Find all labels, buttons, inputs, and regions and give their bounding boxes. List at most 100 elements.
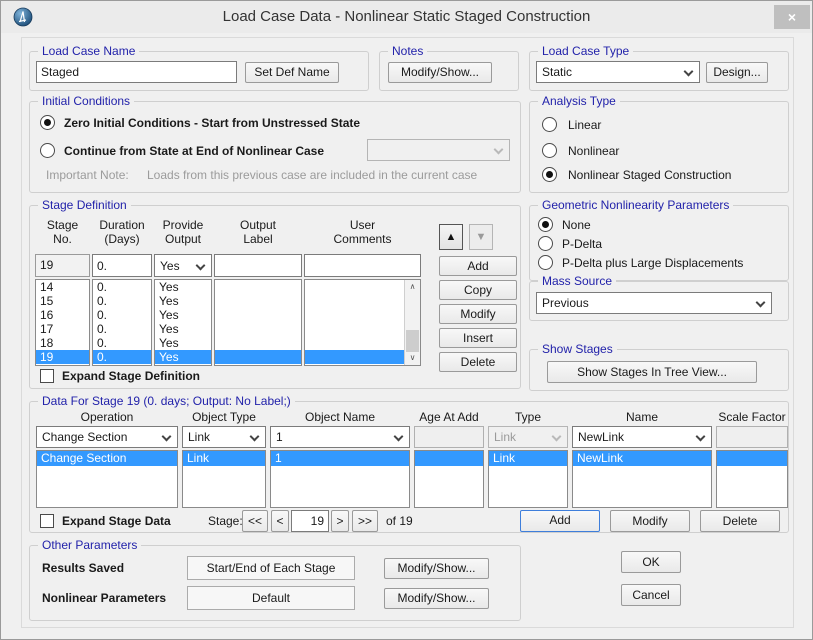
stage-list-scrollbar[interactable]: ∧ ∨ bbox=[404, 280, 420, 365]
stage-data-modify-button[interactable]: Modify bbox=[610, 510, 690, 532]
stage-number-input[interactable] bbox=[291, 510, 329, 532]
stage-row[interactable] bbox=[305, 308, 420, 322]
previous-case-select[interactable] bbox=[367, 139, 510, 161]
stage-row[interactable]: 0. bbox=[93, 322, 151, 336]
output-label-input[interactable] bbox=[214, 254, 302, 277]
stage-data-operation-column[interactable]: Change Section bbox=[36, 450, 178, 508]
stage-row-selected[interactable] bbox=[305, 350, 420, 364]
stage-row[interactable]: 0. bbox=[93, 294, 151, 308]
stage-row[interactable]: Yes bbox=[155, 336, 211, 350]
stage-next-button[interactable]: > bbox=[331, 510, 349, 532]
close-button[interactable]: × bbox=[774, 5, 810, 29]
stage-data-age-column[interactable] bbox=[414, 450, 484, 508]
stage-row[interactable] bbox=[215, 280, 301, 294]
show-stages-tree-view-button[interactable]: Show Stages In Tree View... bbox=[547, 361, 757, 383]
stage-data-row[interactable]: NewLink bbox=[573, 451, 711, 466]
stage-list-duration-column[interactable]: 0. 0. 0. 0. 0. 0. bbox=[92, 279, 152, 366]
continue-from-state-radio[interactable] bbox=[40, 143, 55, 158]
stage-data-name-column[interactable]: NewLink bbox=[572, 450, 712, 508]
stage-data-row[interactable] bbox=[717, 451, 787, 466]
operation-select[interactable]: Change Section bbox=[36, 426, 178, 448]
stage-row[interactable]: 17 bbox=[36, 322, 89, 336]
stage-row[interactable]: Yes bbox=[155, 322, 211, 336]
stage-row-selected[interactable]: Yes bbox=[155, 350, 211, 364]
cancel-button[interactable]: Cancel bbox=[621, 584, 681, 606]
stage-row[interactable]: Yes bbox=[155, 308, 211, 322]
stage-row[interactable] bbox=[305, 336, 420, 350]
stage-row[interactable]: Yes bbox=[155, 280, 211, 294]
nonlinear-staged-radio[interactable] bbox=[542, 167, 557, 182]
stage-list-output-column[interactable]: Yes Yes Yes Yes Yes Yes bbox=[154, 279, 212, 366]
type-select[interactable]: Link bbox=[488, 426, 568, 448]
expand-stage-data-checkbox[interactable] bbox=[40, 514, 54, 528]
stage-row-selected[interactable] bbox=[215, 350, 301, 364]
p-delta-radio[interactable] bbox=[538, 236, 553, 251]
stage-row[interactable] bbox=[215, 294, 301, 308]
stage-row[interactable]: 15 bbox=[36, 294, 89, 308]
notes-modify-show-button[interactable]: Modify/Show... bbox=[388, 62, 492, 83]
none-radio[interactable] bbox=[538, 217, 553, 232]
stage-data-row[interactable]: Change Section bbox=[37, 451, 177, 466]
stage-row[interactable]: 0. bbox=[93, 280, 151, 294]
nonlinear-parameters-modify-show-button[interactable]: Modify/Show... bbox=[384, 588, 489, 609]
stage-data-type-column[interactable]: Link bbox=[488, 450, 568, 508]
move-up-button[interactable]: ▲ bbox=[439, 224, 463, 250]
delete-button[interactable]: Delete bbox=[439, 352, 517, 372]
stage-first-button[interactable]: << bbox=[242, 510, 268, 532]
stage-row[interactable] bbox=[215, 336, 301, 350]
stage-data-object-type-column[interactable]: Link bbox=[182, 450, 266, 508]
load-case-type-select[interactable]: Static bbox=[536, 61, 700, 83]
stage-row[interactable]: 0. bbox=[93, 336, 151, 350]
duration-input[interactable] bbox=[92, 254, 152, 277]
set-def-name-button[interactable]: Set Def Name bbox=[245, 62, 339, 83]
stage-data-delete-button[interactable]: Delete bbox=[700, 510, 780, 532]
zero-initial-conditions-radio[interactable] bbox=[40, 115, 55, 130]
expand-stage-definition-checkbox[interactable] bbox=[40, 369, 54, 383]
stage-prev-button[interactable]: < bbox=[271, 510, 289, 532]
nonlinear-radio[interactable] bbox=[542, 143, 557, 158]
stage-data-scale-column[interactable] bbox=[716, 450, 788, 508]
stage-row[interactable] bbox=[215, 308, 301, 322]
stage-row[interactable] bbox=[215, 322, 301, 336]
age-at-add-input[interactable] bbox=[414, 426, 484, 448]
copy-button[interactable]: Copy bbox=[439, 280, 517, 300]
stage-data-row[interactable]: Link bbox=[489, 451, 567, 466]
modify-button[interactable]: Modify bbox=[439, 304, 517, 324]
add-button[interactable]: Add bbox=[439, 256, 517, 276]
stage-row[interactable]: 0. bbox=[93, 308, 151, 322]
stage-row[interactable]: Yes bbox=[155, 294, 211, 308]
object-type-select[interactable]: Link bbox=[182, 426, 266, 448]
stage-row[interactable]: 18 bbox=[36, 336, 89, 350]
linear-radio[interactable] bbox=[542, 117, 557, 132]
stage-row-selected[interactable]: 0. bbox=[93, 350, 151, 364]
stage-data-add-button[interactable]: Add bbox=[520, 510, 600, 532]
scale-factor-input[interactable] bbox=[716, 426, 788, 448]
stage-last-button[interactable]: >> bbox=[352, 510, 378, 532]
scroll-down-icon[interactable]: ∨ bbox=[405, 351, 420, 365]
load-case-name-input[interactable] bbox=[36, 61, 237, 83]
stage-data-row[interactable]: 1 bbox=[271, 451, 409, 466]
p-delta-large-disp-radio[interactable] bbox=[538, 255, 553, 270]
name-select[interactable]: NewLink bbox=[572, 426, 712, 448]
design-button[interactable]: Design... bbox=[706, 62, 768, 83]
user-comments-input[interactable] bbox=[304, 254, 421, 277]
results-saved-modify-show-button[interactable]: Modify/Show... bbox=[384, 558, 489, 579]
stage-row[interactable]: 14 bbox=[36, 280, 89, 294]
stage-row[interactable]: 16 bbox=[36, 308, 89, 322]
scrollbar-thumb[interactable] bbox=[406, 330, 419, 352]
scroll-up-icon[interactable]: ∧ bbox=[405, 280, 420, 294]
stage-data-object-name-column[interactable]: 1 bbox=[270, 450, 410, 508]
move-down-button[interactable]: ▼ bbox=[469, 224, 493, 250]
insert-button[interactable]: Insert bbox=[439, 328, 517, 348]
stage-list-label-column[interactable] bbox=[214, 279, 302, 366]
stage-list-no-column[interactable]: 14 15 16 17 18 19 bbox=[35, 279, 90, 366]
stage-list-comments-column[interactable]: ∧ ∨ bbox=[304, 279, 421, 366]
stage-row[interactable] bbox=[305, 294, 420, 308]
stage-row[interactable] bbox=[305, 322, 420, 336]
stage-row[interactable] bbox=[305, 280, 420, 294]
object-name-select[interactable]: 1 bbox=[270, 426, 410, 448]
stage-data-row[interactable]: Link bbox=[183, 451, 265, 466]
mass-source-select[interactable]: Previous bbox=[536, 292, 772, 314]
ok-button[interactable]: OK bbox=[621, 551, 681, 573]
provide-output-select[interactable]: Yes bbox=[154, 254, 212, 277]
